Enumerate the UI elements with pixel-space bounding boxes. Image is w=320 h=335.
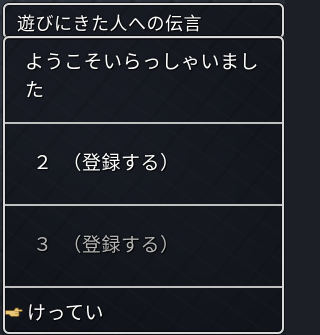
menu-item-message-3[interactable]: ３ （登録する）	[5, 206, 282, 288]
menu-item-label: ３ （登録する）	[33, 234, 180, 256]
game-screen: 遊びにきた人への伝言 ようこそいらっしゃいました ２ （登録する） ３ （登録す…	[0, 0, 285, 335]
menu-item-message-1[interactable]: ようこそいらっしゃいました	[5, 38, 282, 124]
menu-item-label: ２ （登録する）	[33, 152, 180, 174]
menu-item-message-2[interactable]: ２ （登録する）	[5, 124, 282, 206]
menu-item-label: けってい	[27, 302, 105, 324]
menu-item-confirm[interactable]: けってい	[5, 288, 282, 332]
menu-item-label: ようこそいらっしゃいました	[25, 51, 260, 101]
pointing-hand-icon	[5, 307, 23, 317]
window-title: 遊びにきた人への伝言	[17, 14, 202, 35]
message-menu-window: ようこそいらっしゃいました ２ （登録する） ３ （登録する） けってい	[3, 36, 284, 334]
title-window: 遊びにきた人への伝言	[3, 3, 284, 39]
